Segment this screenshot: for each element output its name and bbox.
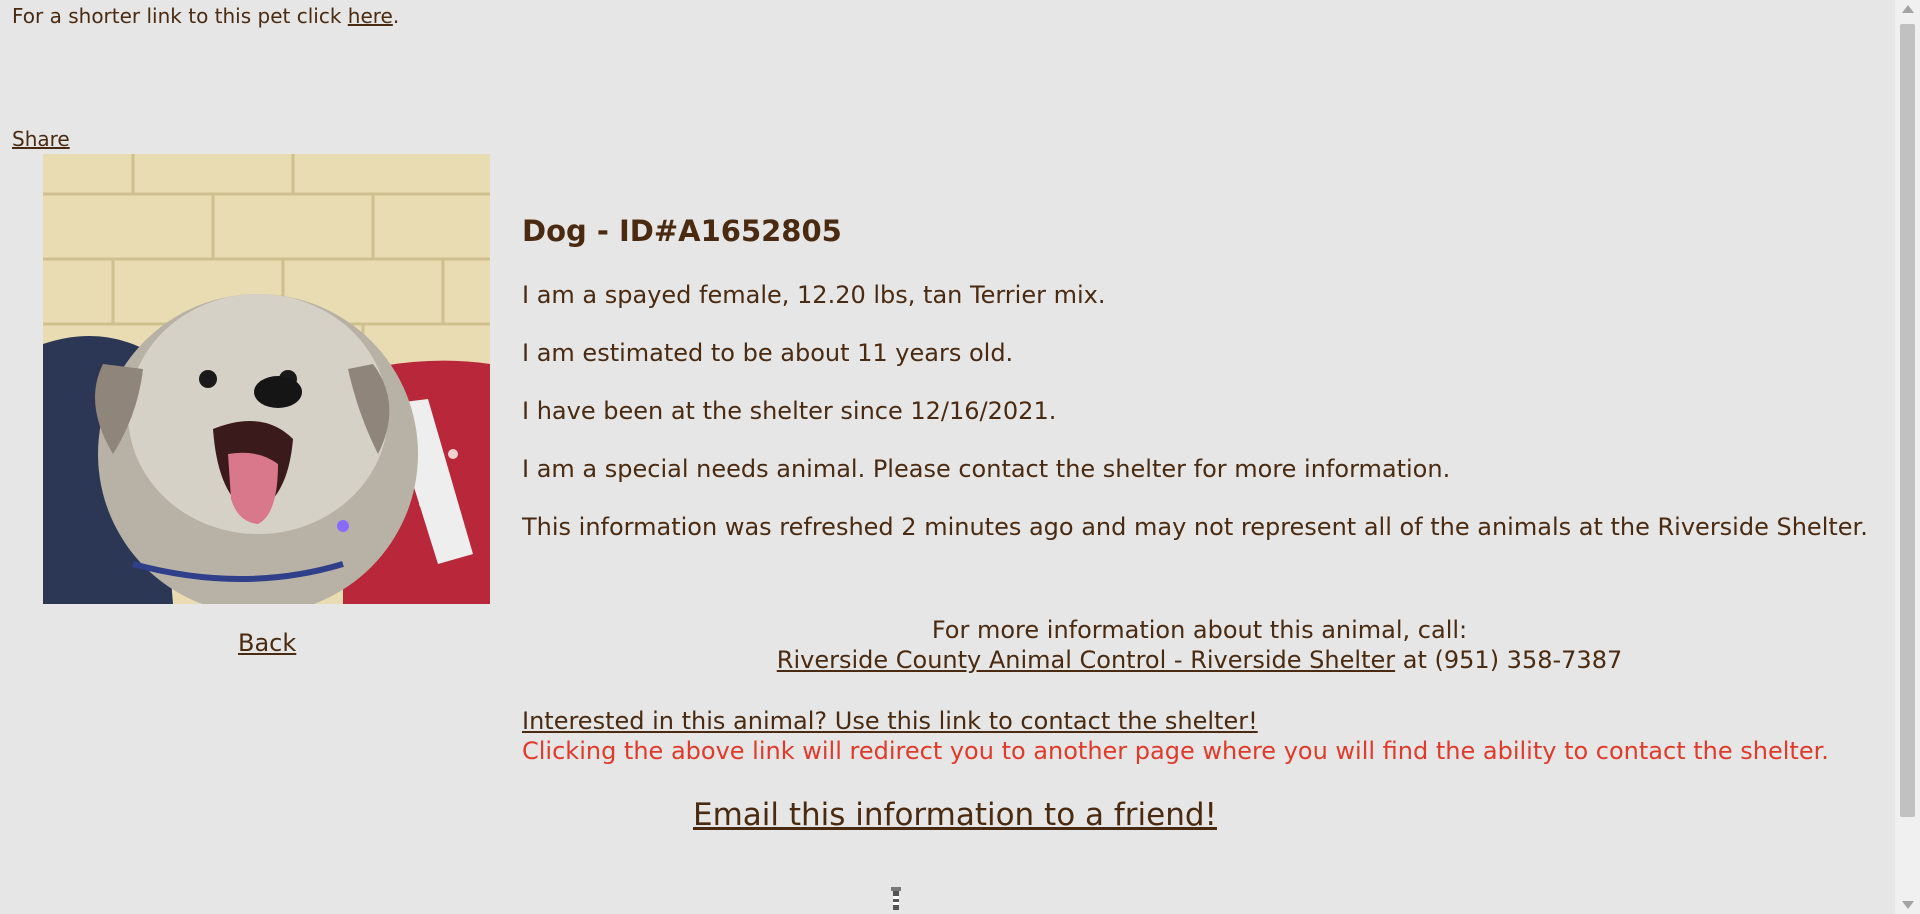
animal-description-3: I have been at the shelter since 12/16/2… xyxy=(522,397,1057,425)
refresh-note: This information was refreshed 2 minutes… xyxy=(522,513,1868,541)
scroll-up-icon[interactable] xyxy=(1902,5,1914,13)
animal-description-2: I am estimated to be about 11 years old. xyxy=(522,339,1014,367)
vertical-scrollbar[interactable] xyxy=(1895,0,1920,914)
animal-description-4: I am a special needs animal. Please cont… xyxy=(522,455,1451,483)
shelter-contact-line: Riverside County Animal Control - Rivers… xyxy=(522,645,1877,675)
pet-photo xyxy=(43,154,490,604)
shorter-link-suffix: . xyxy=(392,4,400,28)
shelter-link[interactable]: Riverside County Animal Control - Rivers… xyxy=(777,646,1395,674)
email-friend-link[interactable]: Email this information to a friend! xyxy=(693,797,1217,833)
shorter-link-prefix: For a shorter link to this pet click xyxy=(12,4,342,28)
call-prompt: For more information about this animal, … xyxy=(931,616,1468,644)
pet-photo-illustration xyxy=(43,154,490,604)
lighthouse-icon xyxy=(886,886,906,914)
redirect-note: Clicking the above link will redirect yo… xyxy=(522,737,1829,765)
back-link[interactable]: Back xyxy=(238,629,296,657)
pet-detail-page: For a shorter link to this pet click her… xyxy=(0,0,1920,914)
interest-block: Interested in this animal? Use this link… xyxy=(522,706,1829,766)
shelter-phone: (951) 358-7387 xyxy=(1434,646,1623,674)
scroll-down-icon[interactable] xyxy=(1902,901,1914,909)
scrollbar-thumb[interactable] xyxy=(1900,24,1915,817)
contact-block: For more information about this animal, … xyxy=(522,615,1877,675)
animal-title: Dog - ID#A1652805 xyxy=(522,214,842,248)
animal-details: Dog - ID#A1652805 I am a spayed female, … xyxy=(522,214,1882,572)
phone-prefix: at xyxy=(1402,646,1427,674)
share-link[interactable]: Share xyxy=(12,127,70,151)
contact-shelter-link[interactable]: Interested in this animal? Use this link… xyxy=(522,707,1258,735)
animal-description-1: I am a spayed female, 12.20 lbs, tan Ter… xyxy=(522,281,1106,309)
shorter-link[interactable]: here xyxy=(348,4,393,28)
shorter-link-line: For a shorter link to this pet click her… xyxy=(12,4,399,28)
